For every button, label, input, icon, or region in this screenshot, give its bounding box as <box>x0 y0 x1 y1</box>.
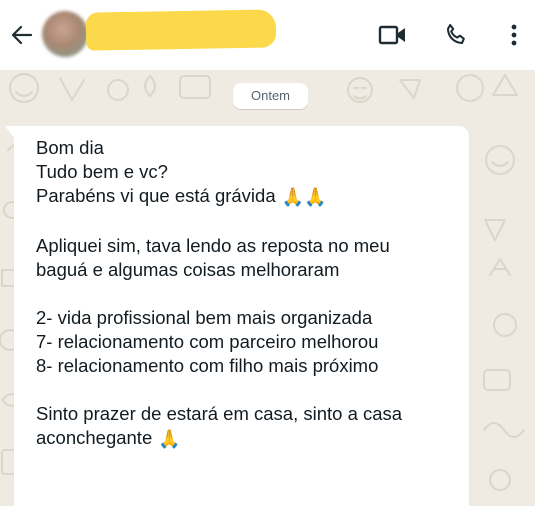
folded-hands-emoji-icon: 🙏 <box>158 429 181 450</box>
back-arrow-icon[interactable] <box>9 22 35 48</box>
message-line: 2- vida profissional bem mais organizada <box>36 307 373 328</box>
message-line: 8- relacionamento com filho mais próximo <box>36 355 379 376</box>
chat-header <box>0 0 535 70</box>
message-line: aconchegante 🙏 <box>36 427 181 450</box>
message-line: Tudo bem e vc? <box>36 161 168 182</box>
message-line: Sinto prazer de estará em casa, sinto a … <box>36 403 403 424</box>
incoming-message-bubble[interactable]: Bom dia Tudo bem e vc? Parabéns vi que e… <box>5 126 469 506</box>
folded-hands-emoji-icon: 🙏🙏 <box>281 187 327 208</box>
chat-area[interactable]: Ontem Bom dia Tudo bem e vc? Parabéns vi… <box>0 70 535 506</box>
message-line: Parabéns vi que está grávida 🙏🙏 <box>36 185 327 208</box>
message-text: Bom dia Tudo bem e vc? Parabéns vi que e… <box>36 136 456 452</box>
message-line: Bom dia <box>36 137 104 158</box>
date-divider: Ontem <box>233 83 308 109</box>
message-line: 7- relacionamento com parceiro melhorou <box>36 331 379 352</box>
message-line: Apliquei sim, tava lendo as reposta no m… <box>36 235 390 256</box>
bubble-tail <box>5 126 15 139</box>
video-call-icon[interactable] <box>376 18 410 52</box>
avatar[interactable] <box>42 11 88 57</box>
voice-call-icon[interactable] <box>439 18 473 52</box>
contact-name-redacted[interactable] <box>85 9 277 51</box>
more-options-icon[interactable] <box>497 18 531 52</box>
message-line: baguá e algumas coisas melhoraram <box>36 259 340 280</box>
